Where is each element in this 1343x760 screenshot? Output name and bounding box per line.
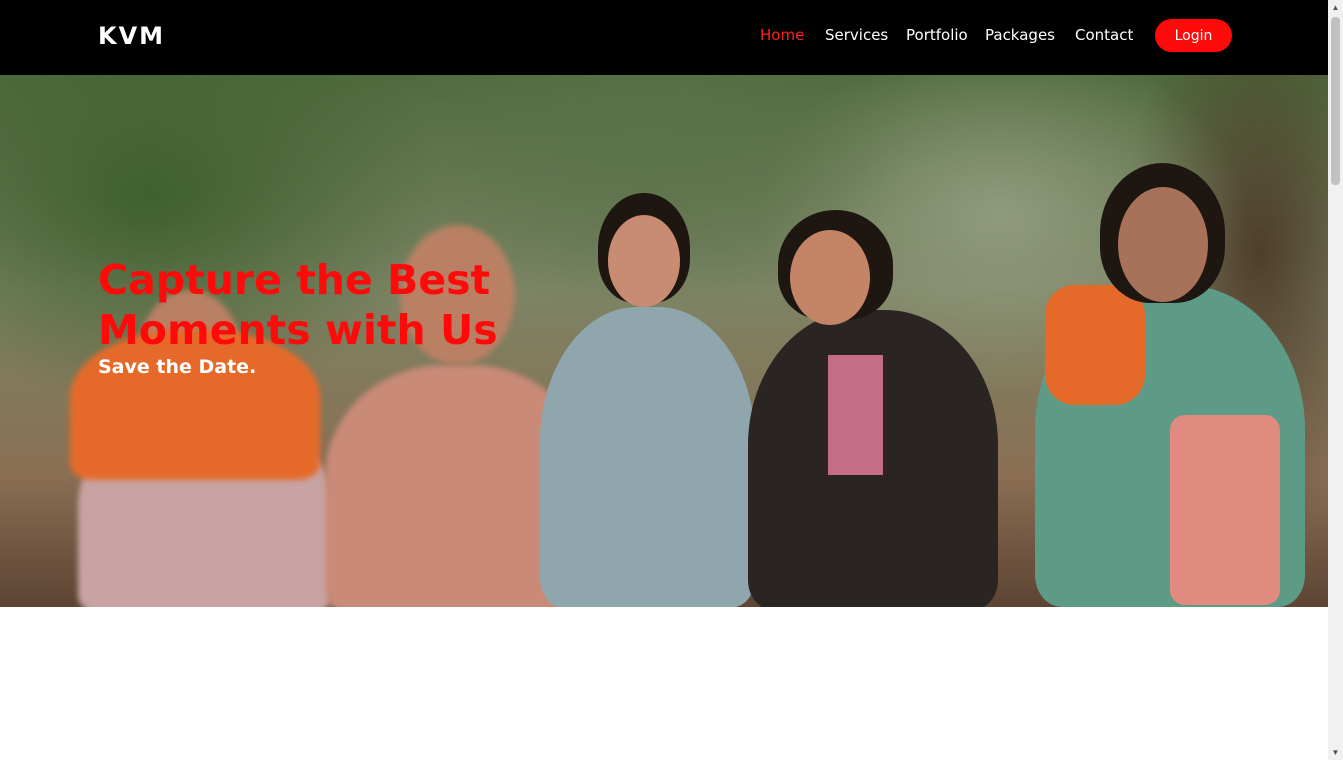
nav-links: Home Services Portfolio Packages Contact [0, 26, 1328, 46]
login-button[interactable]: Login [1155, 19, 1232, 52]
page-scrollbar[interactable]: ▲ ▼ [1328, 0, 1343, 760]
nav-portfolio-link[interactable]: Portfolio [906, 26, 968, 44]
hero-banner: Capture the Best Moments with Us Save th… [0, 75, 1328, 607]
hero-subline: Save the Date. [98, 356, 257, 378]
nav-contact-link[interactable]: Contact [1075, 26, 1133, 44]
navbar: KVM Home Services Portfolio Packages Con… [0, 0, 1328, 75]
scrollbar-thumb[interactable] [1331, 17, 1340, 185]
triangle-down-icon[interactable]: ▼ [1328, 745, 1343, 760]
nav-packages-link[interactable]: Packages [985, 26, 1055, 44]
nav-services-link[interactable]: Services [825, 26, 888, 44]
nav-home-link[interactable]: Home [760, 26, 804, 44]
triangle-up-icon[interactable]: ▲ [1328, 0, 1343, 15]
hero-headline: Capture the Best Moments with Us [98, 256, 498, 354]
